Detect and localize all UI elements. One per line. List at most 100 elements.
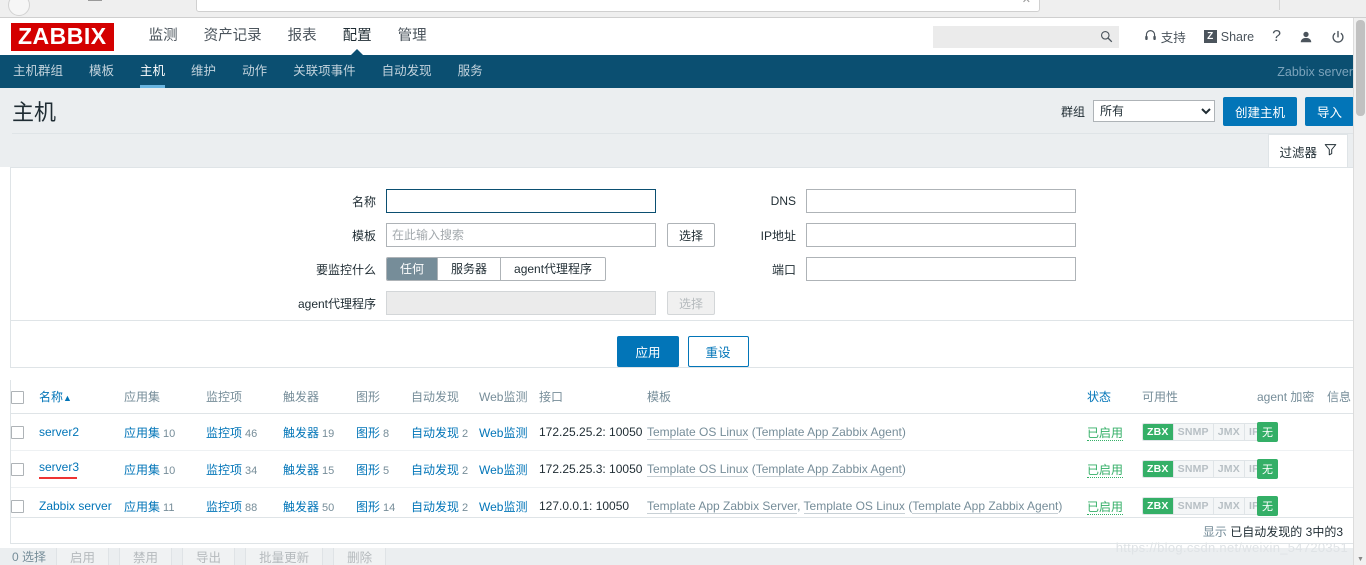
web-link[interactable]: Web监测 bbox=[479, 500, 527, 514]
filter-tab-label: 过滤器 bbox=[1279, 145, 1317, 160]
host-name-link[interactable]: server2 bbox=[39, 425, 79, 439]
group-filter-label: 群组 bbox=[1060, 104, 1085, 119]
user-profile-icon[interactable] bbox=[1290, 30, 1322, 44]
discovery-link[interactable]: 自动发现 bbox=[411, 463, 459, 477]
column-header-applications: 应用集 bbox=[124, 380, 206, 414]
template-link[interactable]: Template App Zabbix Agent bbox=[912, 499, 1059, 514]
menu-item-configuration[interactable]: 配置 bbox=[330, 18, 385, 56]
availability-jmx[interactable]: JMX bbox=[1213, 461, 1245, 477]
host-name-link[interactable]: Zabbix server bbox=[39, 499, 112, 513]
column-header-encryption: agent 加密 bbox=[1257, 380, 1327, 414]
hosts-table-container: 名称▲ 应用集 监控项 触发器 图形 自动发现 Web监测 接口 模板 状态 可… bbox=[10, 380, 1357, 518]
items-link[interactable]: 监控项 bbox=[206, 463, 242, 477]
scroll-down-arrow[interactable]: ▼ bbox=[1357, 556, 1364, 563]
availability-snmp[interactable]: SNMP bbox=[1173, 498, 1214, 514]
browser-address-bar[interactable]: ✕ bbox=[196, 0, 1040, 12]
subnav-item-correlation[interactable]: 关联项事件 bbox=[280, 55, 369, 88]
triggers-link[interactable]: 触发器 bbox=[283, 463, 319, 477]
column-header-name[interactable]: 名称▲ bbox=[39, 380, 124, 414]
availability-zbx[interactable]: ZBX bbox=[1143, 498, 1174, 514]
triggers-link[interactable]: 触发器 bbox=[283, 500, 319, 514]
discovery-link[interactable]: 自动发现 bbox=[411, 500, 459, 514]
availability-zbx[interactable]: ZBX bbox=[1143, 424, 1174, 440]
availability-snmp[interactable]: SNMP bbox=[1173, 461, 1214, 477]
name-filter-input[interactable] bbox=[386, 189, 656, 213]
create-host-button[interactable]: 创建主机 bbox=[1222, 96, 1297, 126]
subnav-item-hosts[interactable]: 主机 bbox=[127, 55, 178, 88]
template-filter-input[interactable] bbox=[386, 223, 656, 247]
search-input[interactable] bbox=[933, 26, 1094, 47]
graphs-link[interactable]: 图形 bbox=[356, 500, 380, 514]
subnav-item-services[interactable]: 服务 bbox=[445, 55, 496, 88]
template-link[interactable]: Template OS Linux bbox=[803, 499, 905, 514]
template-link[interactable]: Template App Zabbix Agent bbox=[755, 425, 902, 440]
scrollbar-thumb[interactable] bbox=[1356, 20, 1365, 116]
support-link[interactable]: 支持 bbox=[1135, 27, 1195, 46]
port-field-label: 端口 bbox=[771, 262, 796, 277]
status-cell: 已启用 bbox=[1087, 413, 1142, 451]
web-link[interactable]: Web监测 bbox=[479, 463, 527, 477]
items-link[interactable]: 监控项 bbox=[206, 500, 242, 514]
monitored-by-option-any[interactable]: 任何 bbox=[387, 258, 439, 280]
import-button[interactable]: 导入 bbox=[1304, 96, 1354, 126]
subnav-item-actions[interactable]: 动作 bbox=[229, 55, 280, 88]
applications-link[interactable]: 应用集 bbox=[124, 426, 160, 440]
port-filter-input[interactable] bbox=[806, 257, 1076, 281]
triggers-link[interactable]: 触发器 bbox=[283, 426, 319, 440]
menu-item-administration[interactable]: 管理 bbox=[385, 18, 440, 55]
graphs-link[interactable]: 图形 bbox=[356, 463, 380, 477]
status-link[interactable]: 已启用 bbox=[1087, 425, 1124, 441]
availability-snmp[interactable]: SNMP bbox=[1173, 424, 1214, 440]
select-all-checkbox[interactable] bbox=[11, 390, 24, 404]
menu-item-inventory[interactable]: 资产记录 bbox=[191, 18, 275, 55]
row-select-cell bbox=[11, 413, 39, 451]
search-icon[interactable] bbox=[1100, 30, 1113, 46]
subnav-item-templates[interactable]: 模板 bbox=[76, 55, 127, 88]
template-link[interactable]: Template App Zabbix Server bbox=[647, 499, 798, 514]
menu-item-monitoring[interactable]: 监测 bbox=[136, 18, 191, 55]
template-link[interactable]: Template App Zabbix Agent bbox=[755, 462, 902, 477]
global-search-box[interactable] bbox=[932, 25, 1119, 48]
items-link[interactable]: 监控项 bbox=[206, 426, 242, 440]
help-icon[interactable]: ? bbox=[1263, 28, 1290, 46]
template-select-button[interactable]: 选择 bbox=[667, 223, 716, 247]
applications-link[interactable]: 应用集 bbox=[124, 463, 160, 477]
row-checkbox[interactable] bbox=[11, 463, 24, 477]
host-name-cell: server2 bbox=[39, 413, 124, 451]
select-all-header bbox=[11, 380, 39, 414]
status-link[interactable]: 已启用 bbox=[1087, 462, 1124, 478]
apply-filter-button[interactable]: 应用 bbox=[617, 336, 679, 367]
row-checkbox[interactable] bbox=[11, 426, 24, 440]
discovery-link[interactable]: 自动发现 bbox=[411, 426, 459, 440]
subnav-item-host-groups[interactable]: 主机群组 bbox=[0, 55, 76, 88]
host-name-link[interactable]: server3 bbox=[39, 460, 79, 474]
page-header-controls: 群组 所有 创建主机 导入 bbox=[1060, 96, 1354, 126]
dns-filter-input[interactable] bbox=[806, 189, 1076, 213]
reset-filter-button[interactable]: 重设 bbox=[687, 336, 749, 367]
monitored-by-option-proxy[interactable]: agent代理程序 bbox=[501, 258, 606, 280]
share-link[interactable]: Z Share bbox=[1195, 30, 1263, 44]
availability-jmx[interactable]: JMX bbox=[1213, 424, 1245, 440]
ip-filter-input[interactable] bbox=[806, 223, 1076, 247]
template-link[interactable]: Template OS Linux bbox=[647, 462, 749, 477]
monitored-by-option-server[interactable]: 服务器 bbox=[438, 258, 502, 280]
row-checkbox[interactable] bbox=[11, 500, 24, 514]
applications-link[interactable]: 应用集 bbox=[124, 500, 160, 514]
availability-jmx[interactable]: JMX bbox=[1213, 498, 1245, 514]
page-scrollbar[interactable]: ▲ ▼ bbox=[1353, 18, 1366, 565]
column-header-status[interactable]: 状态 bbox=[1087, 380, 1142, 414]
sign-out-icon[interactable] bbox=[1322, 30, 1354, 44]
web-link[interactable]: Web监测 bbox=[479, 426, 527, 440]
address-bar-clear-icon[interactable]: ✕ bbox=[1022, 0, 1031, 6]
filter-tab[interactable]: 过滤器 bbox=[1268, 134, 1348, 167]
availability-zbx[interactable]: ZBX bbox=[1143, 461, 1174, 477]
group-filter-select[interactable]: 所有 bbox=[1092, 100, 1215, 122]
subnav-item-maintenance[interactable]: 维护 bbox=[178, 55, 229, 88]
share-label: Share bbox=[1220, 29, 1255, 44]
subnav-item-discovery[interactable]: 自动发现 bbox=[369, 55, 445, 88]
template-link[interactable]: Template OS Linux bbox=[647, 425, 749, 440]
menu-item-reports[interactable]: 报表 bbox=[275, 18, 330, 55]
graphs-link[interactable]: 图形 bbox=[356, 426, 380, 440]
status-link[interactable]: 已启用 bbox=[1087, 499, 1124, 515]
zabbix-logo[interactable]: ZABBIX bbox=[11, 22, 114, 51]
